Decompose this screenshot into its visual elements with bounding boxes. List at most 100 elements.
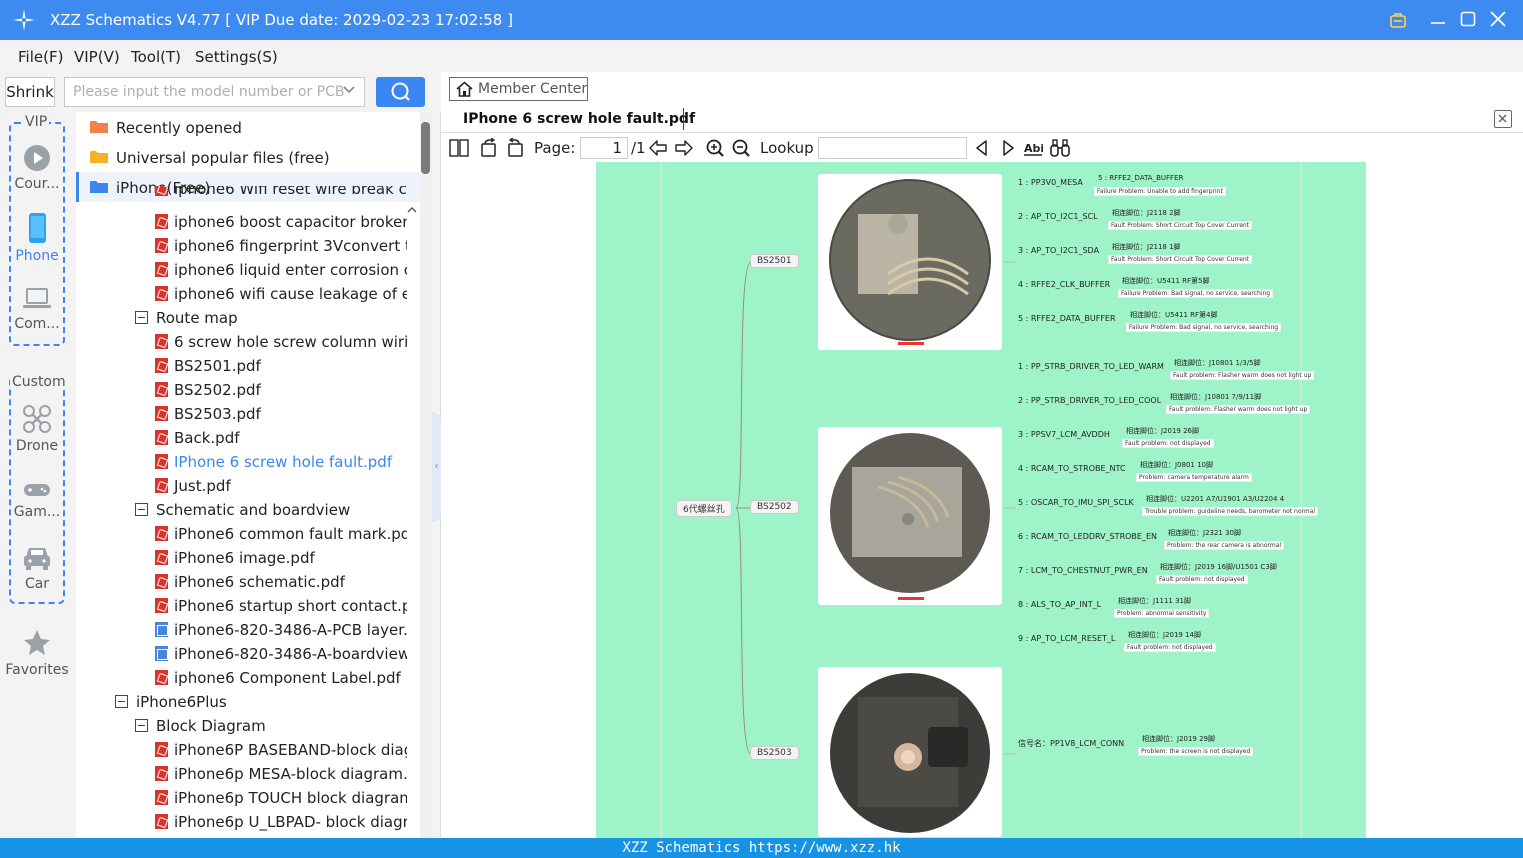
match-case-icon[interactable]: Abi — [1023, 138, 1043, 158]
minimize-button[interactable] — [1427, 8, 1449, 30]
collapse-toggle-icon[interactable] — [115, 695, 128, 708]
tree-scrollbar-thumb[interactable] — [421, 122, 430, 174]
tree-file[interactable]: BS2503.pdf — [155, 402, 407, 426]
signal-name: 4 : RCAM_TO_STROBE_NTC — [1018, 464, 1126, 473]
tree-file[interactable]: IPhone 6 screw hole fault.pdf — [155, 450, 407, 474]
tree-item-label: iphone6 wifi cause leakage of electricit… — [174, 285, 407, 303]
two-page-icon[interactable] — [449, 138, 469, 158]
nav-phone[interactable]: Phone — [4, 212, 70, 264]
find-next-icon[interactable] — [998, 138, 1018, 158]
member-center-button[interactable]: Member Center — [449, 77, 588, 101]
tree-item-label: BS2502.pdf — [174, 381, 261, 399]
menu-vip[interactable]: VIP(V) — [74, 48, 120, 66]
page-total: /1 — [631, 139, 646, 157]
tree-selection-marker — [76, 172, 79, 202]
tree-file[interactable]: iphone6 wifi cause leakage of electricit… — [155, 282, 407, 306]
tree-file[interactable]: iphone6 Component Label.pdf — [155, 666, 407, 690]
tree-file[interactable]: iPhone6 image.pdf — [155, 546, 407, 570]
tree-universal-files[interactable]: Universal popular files (free) — [90, 146, 418, 170]
tree-file[interactable]: iPhone6 schematic.pdf — [155, 570, 407, 594]
tree-folder[interactable]: Schematic and boardview — [135, 498, 407, 522]
rotate-right-icon[interactable] — [505, 138, 525, 158]
tree-file[interactable]: iphone6 liquid enter corrosion cause — [155, 258, 407, 282]
scroll-up-icon[interactable] — [406, 205, 418, 215]
pdf-file-icon — [155, 430, 168, 445]
collapse-panel-handle[interactable]: ‹ — [432, 412, 441, 522]
bs2501-node: BS2501 — [750, 254, 799, 268]
search-button[interactable] — [376, 77, 425, 107]
tree-item-label: IPhone 6 screw hole fault.pdf — [174, 453, 393, 471]
tree-file[interactable]: iPhone6 common fault mark.pdf — [155, 522, 407, 546]
tree-folder[interactable]: iPhone6Plus — [115, 690, 407, 714]
find-prev-icon[interactable] — [972, 138, 992, 158]
board-photo-bs2502-image — [830, 433, 990, 600]
tree-item-label: iphone6 boost capacitor broken cause — [174, 213, 407, 231]
board-photo-bs2503-image — [830, 673, 990, 833]
next-page-arrow-icon[interactable] — [674, 138, 694, 158]
nav-drone-label: Drone — [15, 438, 59, 454]
tree-item-label: iPhone6Plus — [136, 693, 227, 711]
tree-file[interactable]: iPhone6-820-3486-A-PCB layer.pcb — [155, 618, 407, 642]
nav-favorites[interactable]: Favorites — [4, 628, 70, 678]
shrink-button[interactable]: Shrink — [5, 77, 55, 107]
tree-file[interactable]: Back.pdf — [155, 426, 407, 450]
tree-item-label: Block Diagram — [156, 717, 266, 735]
bs2502-node: BS2502 — [750, 500, 799, 514]
phone-icon — [29, 213, 46, 243]
zoom-in-icon[interactable] — [705, 138, 725, 158]
menu-file[interactable]: File(F) — [18, 48, 63, 66]
prev-page-arrow-icon[interactable] — [648, 138, 668, 158]
close-button[interactable] — [1487, 8, 1509, 30]
nav-computer[interactable]: Com... — [4, 286, 70, 332]
tree-file[interactable]: 6 screw hole screw column wiring diagram — [155, 330, 407, 354]
tree-scrollbar[interactable] — [420, 112, 432, 838]
tree-file[interactable]: iPhone6p U_LBPAD- block diagram.pdf — [155, 810, 407, 834]
fault-note: Fault problem: not displayed — [1124, 643, 1216, 652]
menu-settings[interactable]: Settings(S) — [195, 48, 278, 66]
search-input[interactable]: Please input the model number or PCB — [64, 77, 365, 107]
tree-item-label: 6 screw hole screw column wiring diagram — [174, 333, 407, 351]
menu-tool[interactable]: Tool(T) — [131, 48, 181, 66]
tree-item-label: iphone6 Wifi reset wire break cause — [174, 186, 407, 198]
nav-drone[interactable]: Drone — [4, 404, 70, 454]
chevron-down-icon[interactable] — [342, 83, 356, 97]
menu-bar: File(F) VIP(V) Tool(T) Settings(S) — [0, 40, 1523, 72]
binoculars-icon[interactable] — [1050, 138, 1070, 158]
tree-recently-opened[interactable]: Recently opened — [90, 116, 418, 140]
zoom-out-icon[interactable] — [731, 138, 751, 158]
pin-reference: 相连脚位：J10801 7/9/11脚 — [1170, 393, 1262, 401]
tree-file[interactable]: iphone6 fingerprint 3Vconvert transistor — [155, 234, 407, 258]
tree-file[interactable]: BS2501.pdf — [155, 354, 407, 378]
tree-item-label: iPhone6 startup short contact.pdf — [174, 597, 407, 615]
tree-file[interactable]: iphone6 boost capacitor broken cause — [155, 210, 407, 234]
tree-file[interactable]: iphone6 Wifi reset wire break cause — [155, 186, 407, 200]
nav-game[interactable]: Gam... — [4, 480, 70, 520]
tree-file[interactable]: Just.pdf — [155, 474, 407, 498]
vip-bag-icon[interactable] — [1389, 11, 1407, 29]
collapse-toggle-icon[interactable] — [135, 719, 148, 732]
tree-file[interactable]: iPhone6p TOUCH block diagram.pdf — [155, 786, 407, 810]
fault-note: Problem: the rear camera is abnormal — [1164, 541, 1285, 550]
nav-car[interactable]: Car — [4, 544, 70, 592]
tree-file[interactable]: iPhone6-820-3486-A-boardview.pcb — [155, 642, 407, 666]
rotate-left-icon[interactable] — [479, 138, 499, 158]
collapse-toggle-icon[interactable] — [135, 311, 148, 324]
signal-name: 5 : RFFE2_DATA_BUFFER — [1018, 314, 1116, 323]
panel-splitter[interactable]: ‹ — [432, 112, 441, 838]
close-tabs-icon — [1498, 114, 1507, 123]
tree-folder[interactable]: Block Diagram — [135, 714, 407, 738]
collapse-toggle-icon[interactable] — [135, 503, 148, 516]
maximize-button[interactable] — [1457, 8, 1479, 30]
tree-file[interactable]: iPhone6 startup short contact.pdf — [155, 594, 407, 618]
fault-note: Fault problem: not displayed — [1156, 575, 1248, 584]
lookup-input[interactable] — [818, 137, 967, 159]
tree-file[interactable]: BS2502.pdf — [155, 378, 407, 402]
tree-file[interactable]: iPhone6P BASEBAND-block diagram.pdf — [155, 738, 407, 762]
tree-file[interactable]: iPhone6p MESA-block diagram.pdf — [155, 762, 407, 786]
page-number-input[interactable]: 1 — [580, 137, 628, 159]
document-tab[interactable]: IPhone 6 screw hole fault.pdf — [451, 106, 695, 134]
nav-course[interactable]: Cour... — [4, 144, 70, 192]
tree-folder[interactable]: Route map — [135, 306, 407, 330]
close-all-tabs-button[interactable] — [1494, 110, 1512, 128]
pin-reference: 相连脚位：U2201 A7/U1901 A3/U2204 4 — [1146, 495, 1285, 503]
